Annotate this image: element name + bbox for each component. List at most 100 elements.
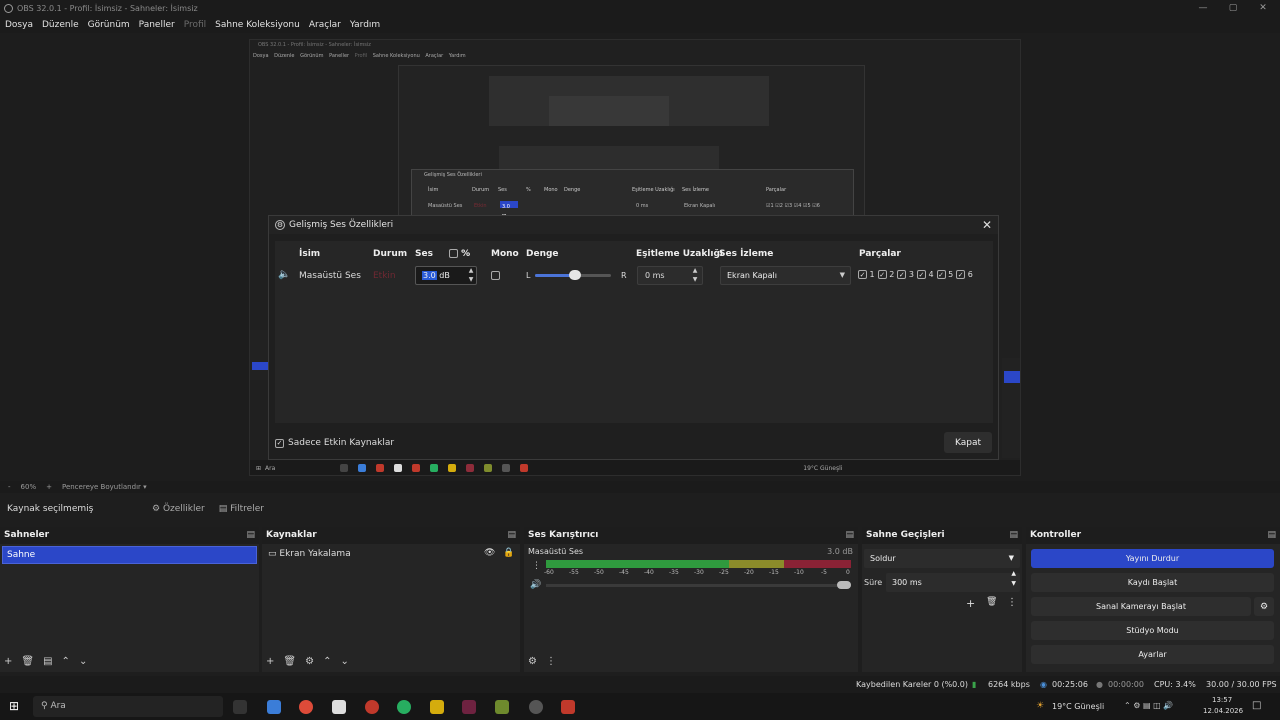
nested-menu-bar: Dosya Düzenle Görünüm Paneller Profil Sa…	[250, 51, 1020, 61]
track-5-checkbox[interactable]: ✓ 5	[936, 270, 953, 279]
menu-tools[interactable]: Araçlar	[309, 20, 341, 30]
add-icon[interactable]: +	[266, 656, 274, 667]
scene-list-item[interactable]: Sahne	[2, 546, 257, 564]
menu-edit[interactable]: Düzenle	[42, 20, 79, 30]
only-active-toggle[interactable]: ✓ Sadece Etkin Kaynaklar	[275, 438, 394, 448]
advanced-audio-icon[interactable]: ⚙	[528, 656, 537, 667]
source-list-item[interactable]: ▭ Ekran Yakalama	[268, 549, 351, 559]
notification-icon[interactable]: □	[1252, 700, 1261, 711]
sync-spinner[interactable]: ▲ ▼	[689, 266, 701, 285]
zoom-out-button[interactable]: -	[8, 483, 11, 491]
mixer-volume-handle[interactable]	[837, 581, 851, 589]
spotify-icon[interactable]	[397, 700, 411, 714]
eye-icon[interactable]: 👁	[484, 548, 495, 558]
trash-icon[interactable]: 🗑	[986, 597, 997, 607]
percent-checkbox[interactable]	[449, 249, 458, 258]
move-down-icon[interactable]: ⌄	[340, 656, 348, 667]
taskbar-search[interactable]: ⚲ Ara	[33, 696, 223, 717]
trash-icon[interactable]: 🗑	[283, 656, 296, 667]
weather-text[interactable]: 19°C Güneşli	[1052, 702, 1104, 711]
minecraft-icon[interactable]	[495, 700, 509, 714]
store-icon[interactable]	[332, 700, 346, 714]
float-icon[interactable]: ▤	[507, 527, 516, 544]
menu-docks[interactable]: Paneller	[139, 20, 175, 30]
kebab-menu-icon[interactable]: ⋮	[1007, 597, 1017, 608]
start-recording-button[interactable]: Kaydı Başlat	[1031, 573, 1274, 592]
menu-profile[interactable]: Profil	[184, 20, 206, 30]
move-up-icon[interactable]: ⌃	[62, 656, 70, 667]
mixer-volume-slider[interactable]	[546, 584, 851, 587]
close-button[interactable]: Kapat	[944, 432, 992, 453]
header-tracks: Parçalar	[859, 249, 901, 259]
zoom-level: 60%	[20, 483, 37, 491]
kebab-menu-icon[interactable]: ⋮	[546, 656, 556, 667]
clock-date: 12.04.2026	[1203, 707, 1244, 715]
balance-handle[interactable]	[569, 270, 581, 280]
zoom-in-button[interactable]: +	[46, 483, 52, 491]
nested-volume-field: 3.0 dB	[500, 201, 518, 220]
volume-spinner[interactable]: ▲ ▼	[465, 266, 477, 285]
add-icon[interactable]: +	[4, 656, 12, 667]
transition-select[interactable]: Soldur ▼	[864, 549, 1020, 568]
mono-checkbox[interactable]	[491, 271, 500, 281]
duration-spinner[interactable]: ▲ ▼	[1011, 569, 1016, 589]
menu-view[interactable]: Görünüm	[88, 20, 130, 30]
folder-icon[interactable]	[430, 700, 444, 714]
trash-icon[interactable]: 🗑	[21, 656, 34, 667]
tray-icons[interactable]: ⌃ ⚙ ▤ ◫ 🔊	[1124, 701, 1173, 710]
float-icon[interactable]: ▤	[1009, 527, 1018, 544]
settings-button[interactable]: Ayarlar	[1031, 645, 1274, 664]
nested-header: Durum	[472, 187, 490, 193]
filters-button[interactable]: ▤ Filtreler	[219, 504, 264, 514]
valorant-icon[interactable]	[462, 700, 476, 714]
dialog-close-icon[interactable]: ✕	[980, 218, 994, 232]
source-name: Masaüstü Ses	[299, 271, 361, 281]
app-icon[interactable]	[561, 700, 575, 714]
chrome-icon[interactable]	[299, 700, 313, 714]
mixer-footer: ⚙ ⋮	[528, 656, 556, 667]
fit-to-window-select[interactable]: Pencereye Boyutlandır ▾	[62, 483, 147, 491]
duration-input[interactable]: 300 ms ▲ ▼	[886, 570, 1020, 592]
start-virtual-camera-button[interactable]: Sanal Kamerayı Başlat	[1031, 597, 1251, 616]
nested-window-title: OBS 32.0.1 - Profil: İsimsiz - Sahneler:…	[258, 42, 371, 48]
lock-icon[interactable]: 🔒	[503, 548, 514, 558]
float-icon[interactable]: ▤	[845, 527, 854, 544]
obs-icon[interactable]	[529, 700, 543, 714]
opera-icon[interactable]	[365, 700, 379, 714]
taskbar-app-icon[interactable]	[267, 700, 281, 714]
minimize-button[interactable]: —	[1186, 0, 1220, 16]
maximize-button[interactable]: ▢	[1216, 0, 1250, 16]
task-view-icon[interactable]	[233, 700, 247, 714]
float-icon[interactable]: ▤	[246, 527, 255, 544]
advanced-audio-dialog: ⚙ Gelişmiş Ses Özellikleri ✕ İsim Durum …	[268, 215, 999, 460]
cpu-usage: CPU: 3.4%	[1154, 680, 1196, 689]
move-down-icon[interactable]: ⌄	[79, 656, 87, 667]
monitoring-value: Ekran Kapalı	[727, 271, 777, 280]
add-icon[interactable]: +	[966, 597, 975, 610]
gear-icon[interactable]: ⚙	[305, 656, 314, 667]
close-window-button[interactable]: ✕	[1246, 0, 1280, 16]
track-6-checkbox[interactable]: ✓ 6	[956, 270, 973, 279]
percent-toggle[interactable]: %	[449, 249, 470, 259]
windows-start-icon[interactable]: ⊞	[9, 699, 19, 713]
speaker-icon[interactable]: 🔊	[530, 580, 541, 590]
filter-icon[interactable]: ▤	[43, 656, 52, 667]
float-icon[interactable]: ▤	[1267, 527, 1276, 544]
studio-mode-button[interactable]: Stüdyo Modu	[1031, 621, 1274, 640]
move-up-icon[interactable]: ⌃	[323, 656, 331, 667]
menu-help[interactable]: Yardım	[350, 20, 380, 30]
speaker-icon[interactable]: 🔈	[278, 269, 290, 280]
track-2-checkbox[interactable]: ✓ 2	[877, 270, 894, 279]
menu-file[interactable]: Dosya	[5, 20, 33, 30]
track-3-checkbox[interactable]: ✓ 3	[897, 270, 914, 279]
track-4-checkbox[interactable]: ✓ 4	[916, 270, 934, 279]
gear-icon[interactable]: ⚙	[1254, 597, 1274, 616]
properties-button[interactable]: ⚙ Özellikler	[152, 504, 205, 514]
track-1-checkbox[interactable]: ✓ 1	[858, 270, 875, 279]
menu-scene-collection[interactable]: Sahne Koleksiyonu	[215, 20, 300, 30]
monitoring-select[interactable]: Ekran Kapalı ▼	[720, 266, 851, 285]
only-active-checkbox[interactable]: ✓	[275, 438, 284, 448]
audio-sources-table: İsim Durum Ses % Mono Denge Eşitleme Uza…	[275, 241, 993, 423]
kebab-menu-icon[interactable]: ⋮	[532, 561, 541, 571]
stop-streaming-button[interactable]: Yayını Durdur	[1031, 549, 1274, 568]
